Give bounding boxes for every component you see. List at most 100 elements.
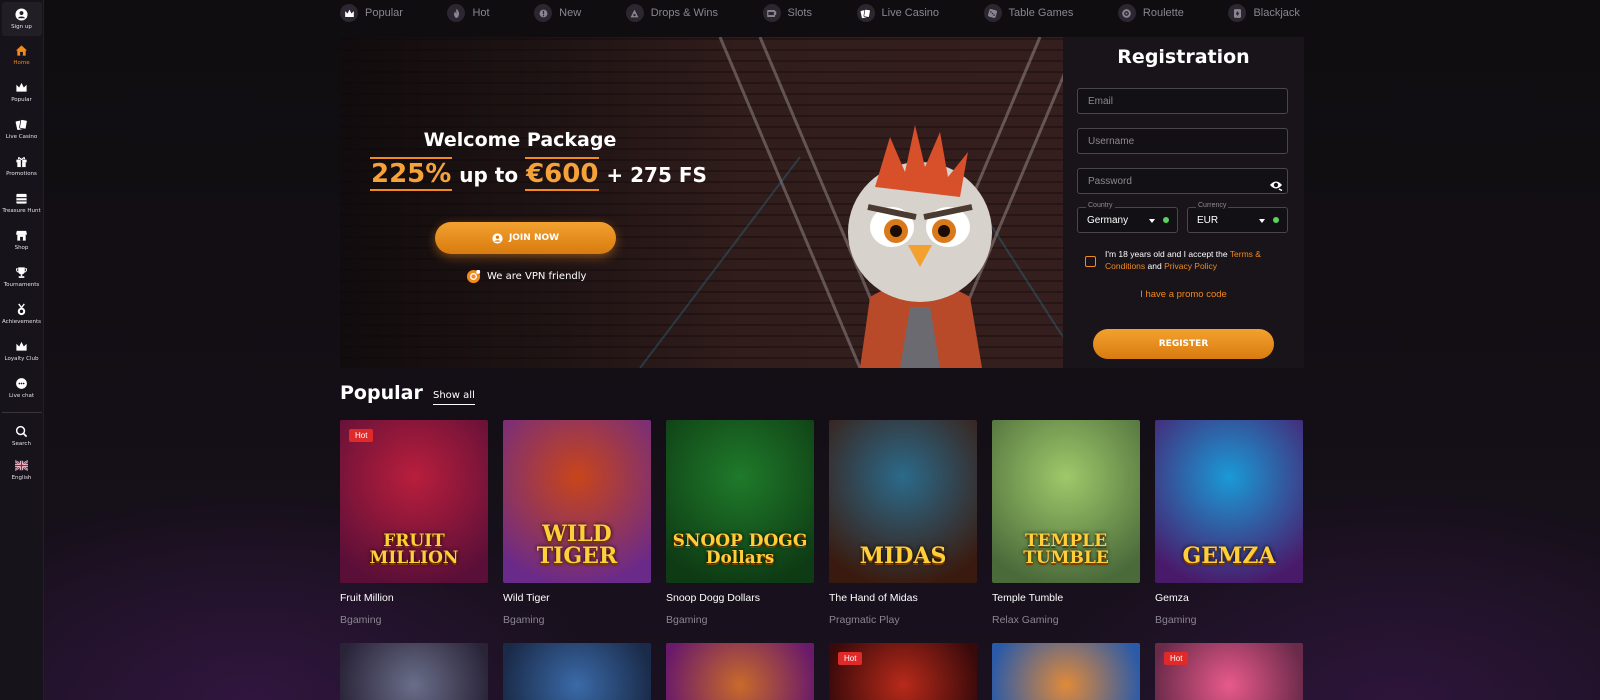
terms-prefix: I'm 18 years old and I accept the (1105, 249, 1230, 259)
game-thumbnail[interactable] (666, 643, 814, 700)
game-card[interactable] (340, 643, 488, 700)
hot-badge: Hot (1164, 652, 1189, 665)
blackjack-icon (1233, 8, 1241, 18)
dice-icon (988, 8, 998, 18)
game-card[interactable]: Hot (1155, 643, 1303, 700)
game-thumbnail[interactable]: SNOOP DOGG Dollars (666, 420, 814, 583)
game-name[interactable]: Temple Tumble (992, 592, 1140, 604)
username-field[interactable] (1077, 128, 1288, 154)
tab-table-games[interactable]: Table Games (983, 4, 1073, 22)
terms-checkbox[interactable] (1085, 256, 1096, 267)
game-thumbnail[interactable] (340, 643, 488, 700)
game-card[interactable]: TEMPLE TUMBLE Temple Tumble Relax Gaming (992, 420, 1140, 626)
sidebar-signup[interactable]: Sign up (1, 2, 42, 36)
sidebar-item-shop[interactable]: Shop (0, 221, 44, 258)
tab-new[interactable]: New (534, 4, 581, 22)
game-name[interactable]: Fruit Million (340, 592, 488, 604)
tab-hot[interactable]: Hot (447, 4, 490, 22)
game-thumbnail[interactable]: MIDAS (829, 420, 977, 583)
tab-slots[interactable]: Slots (762, 4, 812, 22)
game-card[interactable] (666, 643, 814, 700)
sidebar-search-label: Search (12, 441, 31, 447)
game-card[interactable]: FRUIT MILLION Hot Fruit Million Bgaming (340, 420, 488, 626)
game-name[interactable]: Snoop Dogg Dollars (666, 592, 814, 604)
game-logo-text: WILD TIGER (536, 521, 618, 569)
registration-form: Registration Country Germany Currency EU… (1063, 37, 1304, 368)
new-icon (539, 9, 548, 17)
flame-icon (454, 8, 459, 18)
nav-icon-wrap (1117, 4, 1136, 22)
game-artwork (666, 643, 814, 700)
privacy-link[interactable]: Privacy Policy (1164, 261, 1217, 271)
game-logo-text: GEMZA (1182, 543, 1276, 569)
offer-title: Welcome Package (423, 129, 617, 151)
game-name[interactable]: The Hand of Midas (829, 592, 977, 604)
email-field[interactable] (1077, 88, 1288, 114)
sidebar-item-tournaments[interactable]: Tournaments (0, 258, 44, 295)
sidebar-item-achievements[interactable]: Achievements (0, 295, 44, 332)
sidebar-item-loyalty-club[interactable]: Loyalty Club (0, 332, 44, 369)
sidebar-item-label: Tournaments (3, 281, 40, 288)
section-title-popular: Popular (340, 382, 423, 404)
game-thumbnail[interactable]: FRUIT MILLION Hot (340, 420, 488, 583)
sidebar-divider (1, 412, 42, 413)
tab-label: Slots (787, 7, 812, 19)
tab-drops-wins[interactable]: Drops & Wins (625, 4, 718, 22)
tab-label: Blackjack (1253, 7, 1300, 19)
nav-icon-wrap (762, 4, 781, 22)
join-now-button[interactable]: JOIN NOW (435, 222, 616, 254)
country-select[interactable]: Country Germany (1077, 202, 1178, 233)
game-provider: Bgaming (340, 614, 382, 626)
sidebar-item-live-casino[interactable]: Live Casino (0, 110, 44, 147)
vpn-text: We are VPN friendly (487, 271, 587, 282)
offer-free-spins: + 275 FS (599, 163, 707, 187)
game-thumbnail[interactable]: GEMZA (1155, 420, 1303, 583)
nav-icon-wrap (340, 4, 358, 22)
show-all-link[interactable]: Show all (433, 390, 475, 405)
sidebar-item-treasure-hunt[interactable]: Treasure Hunt (0, 184, 44, 221)
game-thumbnail[interactable]: Hot (1155, 643, 1303, 700)
password-field[interactable] (1077, 168, 1288, 194)
show-password-icon[interactable] (1269, 179, 1283, 191)
tab-label: Roulette (1142, 7, 1184, 19)
sidebar-item-language[interactable]: English (0, 453, 44, 487)
game-card[interactable] (992, 643, 1140, 700)
sidebar-item-live-chat[interactable]: Live chat (0, 369, 44, 406)
game-card[interactable]: GEMZA Gemza Bgaming (1155, 420, 1303, 626)
tab-blackjack[interactable]: Blackjack (1228, 4, 1300, 22)
tab-label: Popular (365, 7, 403, 19)
sidebar-item-popular[interactable]: Popular (0, 73, 44, 110)
game-card[interactable]: WILD TIGER Wild Tiger Bgaming (503, 420, 651, 626)
game-name[interactable]: Gemza (1155, 592, 1303, 604)
valid-status-icon (1273, 217, 1279, 223)
game-thumbnail[interactable] (992, 643, 1140, 700)
game-thumbnail[interactable]: Hot (829, 643, 977, 700)
game-card[interactable]: MIDAS The Hand of Midas Pragmatic Play (829, 420, 977, 626)
crown-icon (16, 82, 27, 92)
sidebar-item-search[interactable]: Search (0, 419, 44, 453)
join-now-label: JOIN NOW (508, 233, 560, 243)
currency-value: EUR (1197, 215, 1219, 226)
promo-code-link[interactable]: I have a promo code (1063, 289, 1304, 300)
slot-icon (767, 9, 777, 17)
game-card[interactable]: Hot (829, 643, 977, 700)
sidebar-item-label: Achievements (2, 318, 41, 325)
game-thumbnail[interactable]: TEMPLE TUMBLE (992, 420, 1140, 583)
tab-roulette[interactable]: Roulette (1117, 4, 1184, 22)
user-icon (492, 232, 503, 244)
game-card[interactable]: SNOOP DOGG Dollars Snoop Dogg Dollars Bgam… (666, 420, 814, 626)
game-thumbnail[interactable]: WILD TIGER (503, 420, 651, 583)
tab-popular[interactable]: Popular (340, 4, 403, 22)
sidebar-item-home[interactable]: Home (0, 36, 44, 73)
search-icon (15, 425, 28, 438)
currency-select[interactable]: Currency EUR (1187, 202, 1288, 233)
tab-live-casino[interactable]: Live Casino (856, 4, 939, 22)
register-button[interactable]: REGISTER (1093, 329, 1274, 359)
sidebar-item-promotions[interactable]: Promotions (0, 147, 44, 184)
game-thumbnail[interactable] (503, 643, 651, 700)
offer-amount: €600 (525, 157, 600, 191)
game-name[interactable]: Wild Tiger (503, 592, 651, 604)
user-icon (15, 8, 28, 21)
game-card[interactable] (503, 643, 651, 700)
valid-status-icon (1163, 217, 1169, 223)
